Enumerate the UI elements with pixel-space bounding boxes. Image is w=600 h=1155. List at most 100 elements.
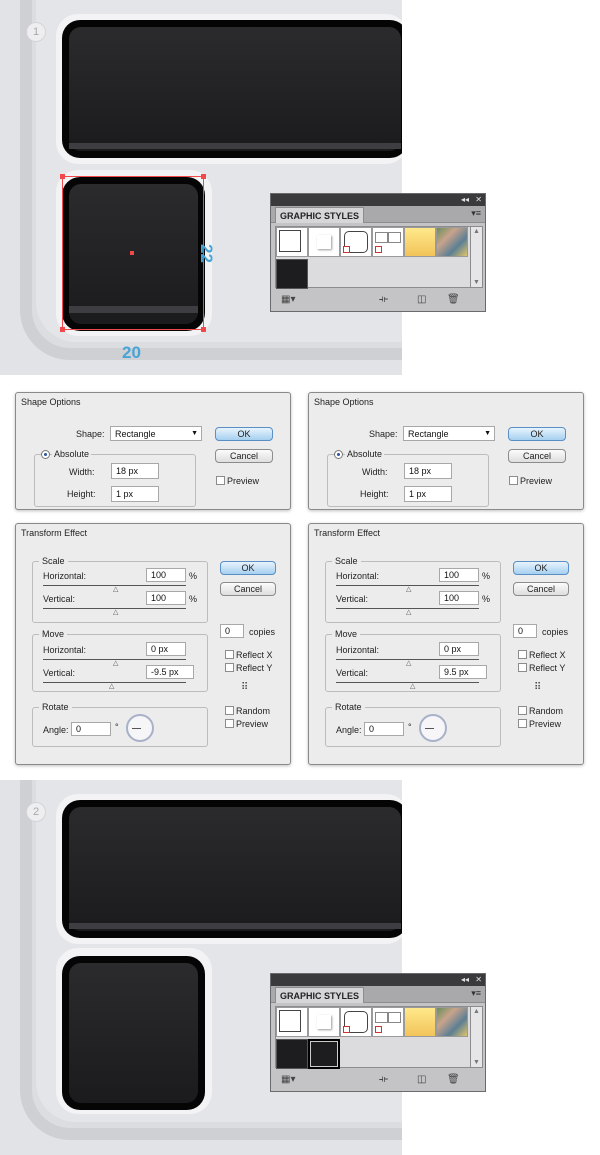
close-icon[interactable]: ✕ bbox=[475, 194, 482, 206]
selection-handle-top-left[interactable] bbox=[60, 174, 65, 179]
scale-horizontal-field[interactable]: 100 bbox=[439, 568, 479, 582]
collapse-icon[interactable]: ◂◂ bbox=[461, 194, 469, 206]
copies-field[interactable]: 0 bbox=[220, 624, 244, 638]
swatch-default-style[interactable] bbox=[276, 227, 308, 257]
swatch-textured-style[interactable] bbox=[436, 227, 468, 257]
swatch-drop-shadow-style[interactable] bbox=[308, 1007, 340, 1037]
scale-vertical-field[interactable]: 100 bbox=[146, 591, 186, 605]
selection-handle-bottom-right[interactable] bbox=[201, 327, 206, 332]
rotate-legend: Rotate bbox=[39, 702, 72, 712]
selection-center-point[interactable] bbox=[130, 251, 134, 255]
ok-button[interactable]: OK bbox=[220, 561, 276, 575]
swatch-drop-shadow-style[interactable] bbox=[308, 227, 340, 257]
cancel-button[interactable]: Cancel bbox=[513, 582, 569, 596]
swatch-scrollbar[interactable]: ▲ ▼ bbox=[471, 226, 483, 288]
tab-graphic-styles[interactable]: GRAPHIC STYLES bbox=[275, 987, 365, 1003]
preview-checkbox[interactable] bbox=[509, 476, 518, 485]
swatch-custom-screen-style[interactable] bbox=[276, 259, 308, 289]
swatch-custom-screen-style[interactable] bbox=[276, 1039, 308, 1069]
slider-knob-icon[interactable]: △ bbox=[406, 660, 411, 667]
tutorial-illustration: 1 20 22 ◂◂ ✕ GRAPHIC STYLES ▾≡ ▲ ▼ ▦▾ ⟛ … bbox=[0, 0, 600, 1155]
shape-select[interactable]: Rectangle ▼ bbox=[403, 426, 495, 441]
graphic-styles-panel: ◂◂ ✕ GRAPHIC STYLES ▾≡ ▲ ▼ ▦▾ ⟛ ◫ 🗑 bbox=[270, 973, 486, 1092]
cancel-button[interactable]: Cancel bbox=[508, 449, 566, 463]
swatch-rounded-outline-style[interactable] bbox=[340, 1007, 372, 1037]
trash-icon[interactable]: 🗑 bbox=[447, 1074, 460, 1085]
scale-vertical-field[interactable]: 100 bbox=[439, 591, 479, 605]
style-libraries-icon[interactable]: ▦▾ bbox=[281, 1074, 295, 1085]
trash-icon[interactable]: 🗑 bbox=[447, 294, 460, 305]
shape-select[interactable]: Rectangle ▼ bbox=[110, 426, 202, 441]
swatch-custom-screen-style-2[interactable] bbox=[308, 1039, 340, 1069]
slider-knob-icon[interactable]: △ bbox=[113, 586, 118, 593]
swatch-default-style[interactable] bbox=[276, 1007, 308, 1037]
scale-horizontal-field[interactable]: 100 bbox=[146, 568, 186, 582]
absolute-radio[interactable] bbox=[334, 450, 343, 459]
scale-vertical-label: Vertical: bbox=[43, 594, 76, 604]
dialog-title: Transform Effect bbox=[21, 528, 88, 538]
preview-checkbox[interactable] bbox=[216, 476, 225, 485]
break-link-icon[interactable]: ⟛ bbox=[379, 294, 388, 305]
copies-field[interactable]: 0 bbox=[513, 624, 537, 638]
absolute-group: Absolute Width: 18 px Height: 1 px bbox=[34, 449, 196, 507]
reference-point-icon[interactable]: ⠿ bbox=[241, 681, 254, 694]
swatch-rounded-outline-style[interactable] bbox=[340, 227, 372, 257]
cancel-button[interactable]: Cancel bbox=[220, 582, 276, 596]
dialog-title: Shape Options bbox=[21, 397, 81, 407]
width-field[interactable]: 18 px bbox=[111, 463, 159, 479]
new-style-icon[interactable]: ◫ bbox=[417, 1074, 426, 1085]
ok-button[interactable]: OK bbox=[513, 561, 569, 575]
random-label: Random bbox=[529, 706, 564, 716]
angle-field[interactable]: 0 bbox=[71, 722, 111, 736]
slider-knob-icon[interactable]: △ bbox=[109, 683, 114, 690]
ok-button[interactable]: OK bbox=[508, 427, 566, 441]
selection-handle-bottom-left[interactable] bbox=[60, 327, 65, 332]
panel-menu-icon[interactable]: ▾≡ bbox=[471, 988, 481, 999]
close-icon[interactable]: ✕ bbox=[475, 974, 482, 986]
style-libraries-icon[interactable]: ▦▾ bbox=[281, 294, 295, 305]
slider-knob-icon[interactable]: △ bbox=[406, 609, 411, 616]
slider-knob-icon[interactable]: △ bbox=[113, 660, 118, 667]
reflect-y-checkbox[interactable] bbox=[225, 663, 234, 672]
slider-knob-icon[interactable]: △ bbox=[410, 683, 415, 690]
reference-point-icon[interactable]: ⠿ bbox=[534, 681, 547, 694]
preview-checkbox[interactable] bbox=[225, 719, 234, 728]
reflect-x-checkbox[interactable] bbox=[225, 650, 234, 659]
swatch-yellow-gradient-style[interactable] bbox=[404, 227, 436, 257]
height-field[interactable]: 1 px bbox=[111, 486, 159, 502]
move-horizontal-field[interactable]: 0 px bbox=[439, 642, 479, 656]
slider-knob-icon[interactable]: △ bbox=[113, 609, 118, 616]
height-field[interactable]: 1 px bbox=[404, 486, 452, 502]
absolute-radio[interactable] bbox=[41, 450, 50, 459]
width-field[interactable]: 18 px bbox=[404, 463, 452, 479]
swatch-textured-style[interactable] bbox=[436, 1007, 468, 1037]
reflect-y-checkbox[interactable] bbox=[518, 663, 527, 672]
small-screen[interactable] bbox=[62, 956, 205, 1110]
move-vertical-field[interactable]: -9.5 px bbox=[146, 665, 194, 679]
preview-checkbox[interactable] bbox=[518, 719, 527, 728]
ok-button[interactable]: OK bbox=[215, 427, 273, 441]
tab-graphic-styles[interactable]: GRAPHIC STYLES bbox=[275, 207, 365, 223]
panel-menu-icon[interactable]: ▾≡ bbox=[471, 208, 481, 219]
collapse-icon[interactable]: ◂◂ bbox=[461, 974, 469, 986]
selection-handle-top-right[interactable] bbox=[201, 174, 206, 179]
break-link-icon[interactable]: ⟛ bbox=[379, 1074, 388, 1085]
reflect-x-checkbox[interactable] bbox=[518, 650, 527, 659]
slider-knob-icon[interactable]: △ bbox=[406, 586, 411, 593]
angle-dial-icon[interactable] bbox=[419, 714, 447, 742]
angle-dial-icon[interactable] bbox=[126, 714, 154, 742]
move-vertical-slider[interactable] bbox=[43, 682, 186, 683]
angle-field[interactable]: 0 bbox=[364, 722, 404, 736]
rotate-group: Rotate Angle: 0 ° bbox=[325, 702, 501, 747]
swatch-split-outline-style[interactable] bbox=[372, 1007, 404, 1037]
move-horizontal-field[interactable]: 0 px bbox=[146, 642, 186, 656]
move-vertical-field[interactable]: 9.5 px bbox=[439, 665, 487, 679]
random-checkbox[interactable] bbox=[518, 706, 527, 715]
swatch-split-outline-style[interactable] bbox=[372, 227, 404, 257]
new-style-icon[interactable]: ◫ bbox=[417, 294, 426, 305]
move-vertical-slider[interactable] bbox=[336, 682, 479, 683]
random-checkbox[interactable] bbox=[225, 706, 234, 715]
swatch-scrollbar[interactable]: ▲ ▼ bbox=[471, 1006, 483, 1068]
swatch-yellow-gradient-style[interactable] bbox=[404, 1007, 436, 1037]
cancel-button[interactable]: Cancel bbox=[215, 449, 273, 463]
